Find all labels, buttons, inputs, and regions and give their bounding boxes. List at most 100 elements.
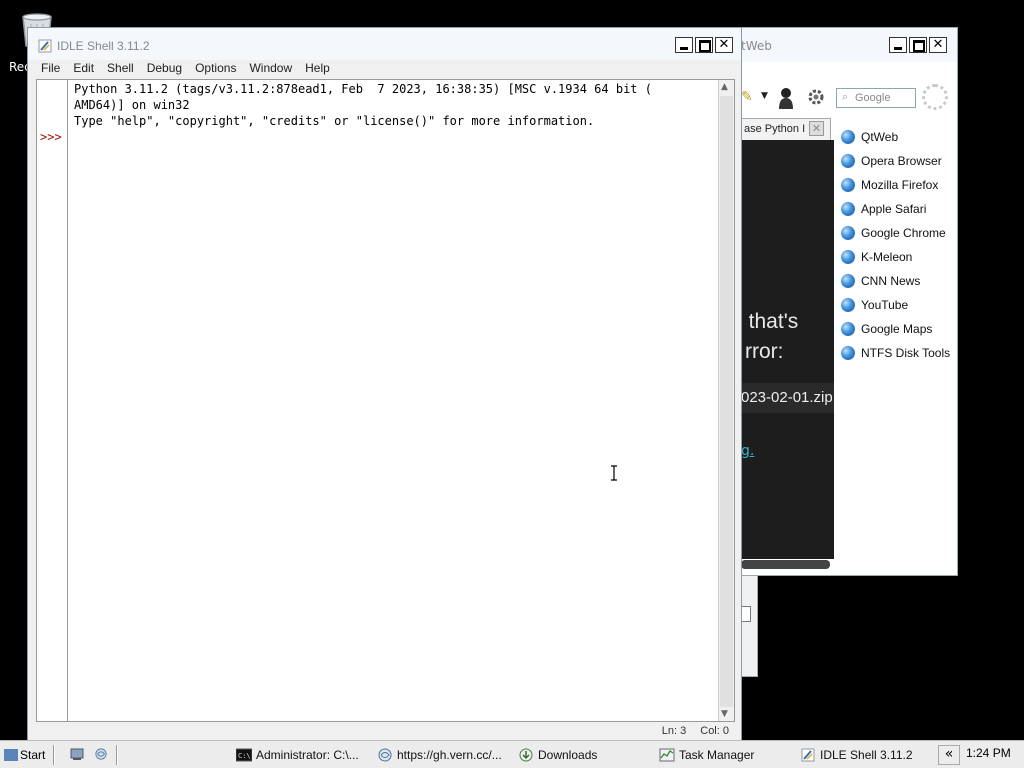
chevron-down-icon[interactable]: ▼ bbox=[761, 91, 768, 101]
globe-icon bbox=[841, 298, 855, 312]
show-desktop-icon[interactable] bbox=[70, 748, 84, 760]
python-feather-icon bbox=[38, 39, 52, 53]
task-manager-icon bbox=[659, 748, 675, 762]
bookmark-label: NTFS Disk Tools bbox=[861, 346, 951, 360]
bookmark-item[interactable]: Apple Safari bbox=[841, 197, 957, 221]
python-feather-icon bbox=[801, 748, 815, 762]
qtweb-bookmarks: QtWeb Opera Browser Mozilla Firefox Apple S… bbox=[841, 125, 957, 365]
idle-minimize-button[interactable] bbox=[675, 37, 693, 53]
bookmark-item[interactable]: QtWeb bbox=[841, 125, 957, 149]
task-browser[interactable]: https://gh.vern.cc/... bbox=[377, 745, 502, 765]
task-label: IDLE Shell 3.11.2 bbox=[820, 748, 913, 762]
idle-window[interactable]: IDLE Shell 3.11.2 ✕ File Edit Shell Debug Op… bbox=[27, 27, 742, 742]
start-icon bbox=[4, 749, 18, 761]
browser-quicklaunch-icon[interactable] bbox=[94, 748, 108, 760]
idle-window-controls: ✕ bbox=[675, 37, 733, 53]
bookmark-label: CNN News bbox=[861, 274, 921, 288]
scroll-down-arrow-icon[interactable]: ▼ bbox=[721, 709, 728, 719]
task-task-manager[interactable]: Task Manager bbox=[659, 745, 754, 765]
scrollbar-thumb[interactable] bbox=[720, 96, 733, 707]
shell-line: Type "help", "copyright", "credits" or "… bbox=[74, 114, 595, 128]
task-idle[interactable]: IDLE Shell 3.11.2 bbox=[800, 745, 913, 765]
idle-titlebar[interactable]: IDLE Shell 3.11.2 ✕ bbox=[28, 28, 741, 60]
qtweb-tab-label: ase Python I bbox=[744, 123, 806, 135]
qtweb-close-button[interactable]: ✕ bbox=[929, 37, 947, 53]
bookmark-item[interactable]: Mozilla Firefox bbox=[841, 173, 957, 197]
bookmark-item[interactable]: YouTube bbox=[841, 293, 957, 317]
bookmark-item[interactable]: K-Meleon bbox=[841, 245, 957, 269]
bookmark-label: QtWeb bbox=[861, 130, 899, 144]
menu-help[interactable]: Help bbox=[305, 60, 330, 80]
taskbar-separator bbox=[53, 745, 55, 765]
idle-statusbar: Ln: 3 Col: 0 bbox=[28, 721, 741, 741]
globe-icon bbox=[841, 178, 855, 192]
globe-icon bbox=[841, 322, 855, 336]
menu-shell[interactable]: Shell bbox=[107, 60, 134, 80]
bookmark-item[interactable]: Google Chrome bbox=[841, 221, 957, 245]
idle-menubar: File Edit Shell Debug Options Window Help bbox=[28, 60, 741, 80]
shell-output[interactable]: Python 3.11.2 (tags/v3.11.2:878ead1, Feb… bbox=[74, 81, 719, 129]
page-heading-line2: rror: bbox=[745, 340, 784, 363]
start-button[interactable]: Start bbox=[4, 745, 50, 765]
task-cmd[interactable]: C:\ Administrator: C:\... bbox=[236, 745, 359, 765]
wand-icon[interactable]: ✎ bbox=[741, 89, 753, 105]
desktop: Rec tWeb ✕ ✎ ▼ ⌕ Google ase Python I ✕ ,… bbox=[0, 0, 1024, 768]
qtweb-horizontal-scrollbar[interactable] bbox=[741, 560, 830, 569]
bookmark-label: Google Chrome bbox=[861, 226, 946, 240]
bookmark-label: K-Meleon bbox=[861, 250, 913, 264]
status-line: Ln: 3 bbox=[661, 725, 687, 737]
bookmark-item[interactable]: Opera Browser bbox=[841, 149, 957, 173]
page-heading-line1: , that's bbox=[737, 310, 799, 333]
task-downloads[interactable]: Downloads bbox=[518, 745, 597, 765]
qtweb-window-controls: ✕ bbox=[889, 37, 947, 53]
shell-prompt-gutter: >>> bbox=[37, 80, 68, 721]
globe-icon bbox=[841, 154, 855, 168]
globe-icon bbox=[841, 250, 855, 264]
menu-edit[interactable]: Edit bbox=[73, 60, 94, 80]
shell-line: AMD64)] on win32 bbox=[74, 98, 190, 112]
qtweb-search-input[interactable]: ⌕ Google bbox=[836, 88, 916, 108]
globe-icon bbox=[841, 202, 855, 216]
menu-window[interactable]: Window bbox=[249, 60, 292, 80]
taskbar-clock[interactable]: 1:24 PM bbox=[966, 746, 1011, 760]
tray-expand-button[interactable]: « bbox=[938, 745, 960, 765]
bookmark-label: Apple Safari bbox=[861, 202, 927, 216]
qtweb-toolbar: ✎ ▼ ⌕ Google bbox=[741, 84, 953, 114]
bookmark-item[interactable]: NTFS Disk Tools bbox=[841, 341, 957, 365]
shell-line: Python 3.11.2 (tags/v3.11.2:878ead1, Feb… bbox=[74, 82, 652, 96]
scroll-up-arrow-icon[interactable]: ▲ bbox=[721, 82, 728, 92]
menu-options[interactable]: Options bbox=[195, 60, 236, 80]
menu-debug[interactable]: Debug bbox=[147, 60, 182, 80]
search-icon: ⌕ bbox=[842, 90, 849, 103]
idle-title: IDLE Shell 3.11.2 bbox=[57, 39, 150, 53]
qtweb-maximize-button[interactable] bbox=[909, 37, 927, 53]
cmd-icon: C:\ bbox=[236, 748, 252, 762]
task-label: Administrator: C:\... bbox=[256, 748, 359, 762]
status-col: Col: 0 bbox=[700, 725, 729, 737]
task-label: https://gh.vern.cc/... bbox=[397, 748, 502, 762]
idle-vertical-scrollbar[interactable]: ▲ ▼ bbox=[718, 80, 734, 721]
bookmark-item[interactable]: CNN News bbox=[841, 269, 957, 293]
task-label: Downloads bbox=[538, 748, 598, 762]
bookmark-item[interactable]: Google Maps bbox=[841, 317, 957, 341]
qtweb-minimize-button[interactable] bbox=[889, 37, 907, 53]
idle-maximize-button[interactable] bbox=[695, 37, 713, 53]
background-window-scrollbar[interactable] bbox=[741, 606, 751, 622]
page-link[interactable]: g. bbox=[741, 443, 754, 459]
shell-prompt: >>> bbox=[40, 130, 62, 144]
page-zip-filename[interactable]: 023-02-01.zip bbox=[741, 383, 834, 413]
bookmark-label: Google Maps bbox=[861, 322, 933, 336]
qtweb-tab[interactable]: ase Python I ✕ bbox=[741, 118, 831, 140]
qtweb-title: tWeb bbox=[741, 39, 772, 53]
menu-file[interactable]: File bbox=[41, 60, 60, 80]
globe-icon bbox=[841, 226, 855, 240]
user-icon[interactable] bbox=[777, 86, 795, 110]
browser-icon bbox=[378, 748, 392, 762]
qtweb-page-content: , that's rror: 023-02-01.zip g. bbox=[737, 140, 834, 559]
idle-shell-editor[interactable]: >>> Python 3.11.2 (tags/v3.11.2:878ead1,… bbox=[36, 79, 735, 722]
tab-close-icon[interactable]: ✕ bbox=[809, 121, 824, 136]
gear-icon[interactable] bbox=[807, 88, 825, 106]
idle-close-button[interactable]: ✕ bbox=[715, 37, 733, 53]
taskbar: Start C:\ Administrator: C:\... https://… bbox=[0, 740, 1024, 768]
svg-text:C:\: C:\ bbox=[238, 752, 251, 760]
